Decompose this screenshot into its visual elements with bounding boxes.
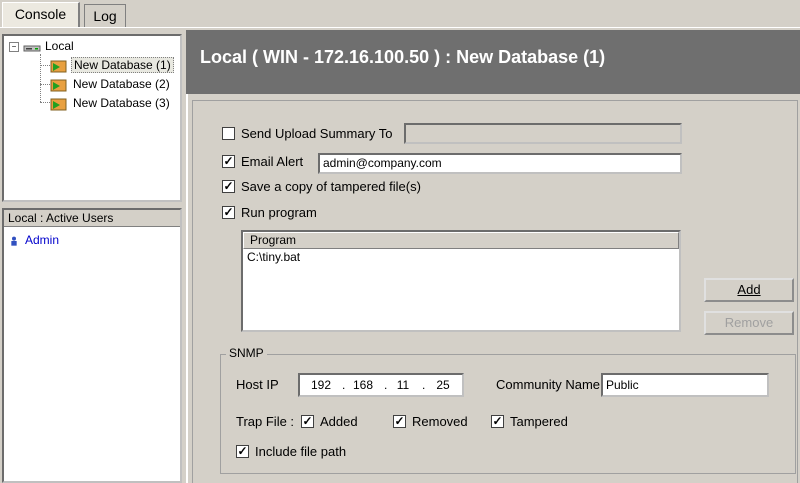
database-icon <box>50 79 67 92</box>
ip-octet-1[interactable]: 192 <box>306 378 336 392</box>
ip-dot: . <box>342 378 346 392</box>
ip-octet-4[interactable]: 25 <box>428 378 458 392</box>
trap-removed-label: Removed <box>412 414 468 429</box>
user-label: Admin <box>25 233 60 247</box>
user-item-admin[interactable]: Admin <box>10 232 59 248</box>
active-users-pane: Local : Active Users Admin <box>2 208 182 483</box>
tab-console[interactable]: Console <box>2 2 80 28</box>
ip-dot: . <box>384 378 388 392</box>
ip-octet-3[interactable]: 11 <box>388 378 418 392</box>
send-upload-summary-field[interactable] <box>404 123 682 144</box>
tree-root-local[interactable]: Local <box>22 38 74 54</box>
database-tree-pane: − Local New Database (1) New Database (2… <box>2 34 182 202</box>
remove-button[interactable]: Remove <box>704 311 794 335</box>
list-item[interactable]: C:\tiny.bat <box>243 249 679 265</box>
active-users-header: Local : Active Users <box>4 210 180 227</box>
tree-item-label: New Database (1) <box>71 57 174 73</box>
tree-line <box>40 84 50 85</box>
send-upload-summary-label: Send Upload Summary To <box>241 126 393 141</box>
tree-line <box>40 54 42 102</box>
ip-octet-2[interactable]: 168 <box>348 378 378 392</box>
send-upload-summary-checkbox[interactable] <box>222 127 235 140</box>
tree-item-label: New Database (2) <box>73 77 170 91</box>
trap-tampered-checkbox[interactable]: ✓ <box>491 415 504 428</box>
tree-root-label: Local <box>45 39 74 53</box>
tree-item-label: New Database (3) <box>73 96 170 110</box>
user-icon <box>11 236 17 246</box>
database-icon <box>50 60 67 73</box>
run-program-label: Run program <box>241 205 317 220</box>
program-list[interactable]: Program C:\tiny.bat <box>241 230 681 332</box>
host-ip-label: Host IP <box>236 377 279 392</box>
community-name-label: Community Name <box>496 377 601 392</box>
tree-line <box>40 102 50 103</box>
include-file-path-checkbox[interactable]: ✓ <box>236 445 249 458</box>
program-column-header[interactable]: Program <box>243 232 679 249</box>
save-copy-label: Save a copy of tampered file(s) <box>241 179 421 194</box>
trap-tampered-label: Tampered <box>510 414 568 429</box>
email-alert-field[interactable]: admin@company.com <box>318 153 682 174</box>
tree-item-database-1[interactable]: New Database (1) <box>50 57 174 73</box>
include-file-path-label: Include file path <box>255 444 347 459</box>
email-alert-label: Email Alert <box>241 154 304 169</box>
trap-added-label: Added <box>320 414 358 429</box>
tree-line <box>40 65 50 66</box>
page-title: Local ( WIN - 172.16.100.50 ) : New Data… <box>186 30 800 94</box>
ip-dot: . <box>422 378 426 392</box>
save-copy-checkbox[interactable]: ✓ <box>222 180 235 193</box>
host-ip-field[interactable]: 192 . 168 . 11 . 25 <box>298 373 464 397</box>
add-button[interactable]: Add <box>704 278 794 302</box>
tree-item-database-3[interactable]: New Database (3) <box>50 95 172 111</box>
collapse-icon[interactable]: − <box>9 42 19 52</box>
community-name-field[interactable]: Public <box>601 373 769 397</box>
snmp-group-title: SNMP <box>226 346 267 360</box>
computer-icon <box>23 45 41 52</box>
trap-file-label: Trap File : <box>236 414 295 429</box>
tab-log[interactable]: Log <box>84 4 126 27</box>
tab-divider <box>0 27 800 28</box>
run-program-checkbox[interactable]: ✓ <box>222 206 235 219</box>
tree-item-database-2[interactable]: New Database (2) <box>50 76 172 92</box>
trap-added-checkbox[interactable]: ✓ <box>301 415 314 428</box>
trap-removed-checkbox[interactable]: ✓ <box>393 415 406 428</box>
email-alert-checkbox[interactable]: ✓ <box>222 155 235 168</box>
database-icon <box>50 98 67 111</box>
